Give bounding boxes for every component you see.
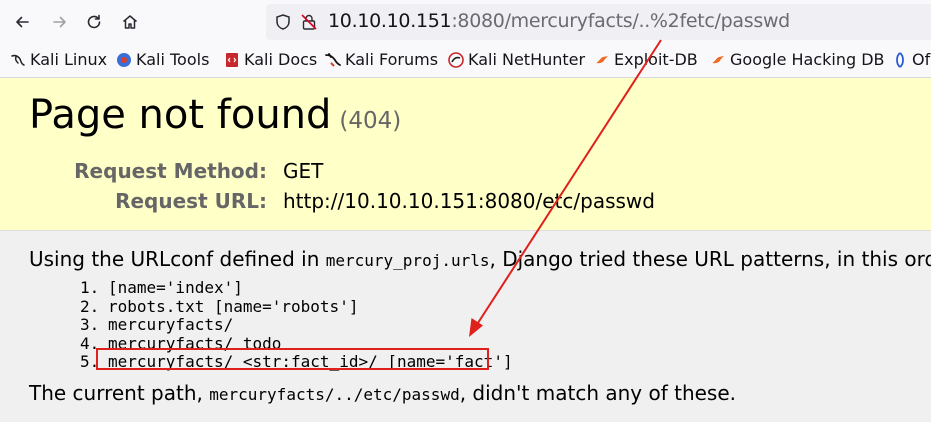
urlconf-module: mercury_proj.urls [325,251,490,270]
nethunter-icon [448,51,464,68]
pattern-number: 1. [80,278,100,297]
url-pattern-item: 3. mercuryfacts/ [80,315,513,335]
current-path-message: The current path, mercuryfacts/../etc/pa… [29,381,736,405]
insecure-lock-icon[interactable] [300,13,318,31]
bookmark-exploit-db[interactable]: Exploit-DB [594,50,698,69]
reload-icon [87,14,101,29]
bookmark-kali-forums[interactable]: Kali Forums [325,50,438,69]
error-summary: Page not found (404) Request Method: GET … [0,78,931,231]
urlconf-description: Using the URLconf defined in mercury_pro… [29,247,931,271]
pattern-number: 3. [80,315,100,335]
url-text[interactable]: 10.10.10.151:8080/mercuryfacts/..%2fetc/… [328,10,790,32]
bookmark-label: Of [912,50,931,69]
url-host: 10.10.10.151 [328,10,452,32]
pattern-number: 2. [80,296,100,316]
forward-arrow-icon [53,16,66,28]
back-button[interactable] [8,8,36,36]
urlconf-intro: Using the URLconf defined in [29,247,326,271]
pattern-text: [name='index'] [108,278,243,297]
kali-docs-icon [226,52,238,67]
status-code: (404) [339,108,402,134]
request-url-value: http://10.10.10.151:8080/etc/passwd [283,189,655,213]
urlconf-intro-suffix: , Django tried these URL patterns, in th… [489,247,931,271]
pattern-text: robots.txt [name='robots'] [108,296,359,316]
ghdb-icon [712,55,724,63]
current-path-prefix: The current path, [29,381,210,405]
bookmark-label: Kali Forums [345,50,439,69]
page-title-text: Page not found [29,92,332,138]
pattern-text: mercuryfacts/ [108,315,234,335]
exploit-db-icon [596,55,608,63]
request-method-value: GET [283,159,324,183]
bookmark-label: Kali Docs [244,50,318,69]
bookmark-kali-docs[interactable]: Kali Docs [224,50,317,69]
bookmark-label: Kali NetHunter [468,50,586,69]
bookmark-label: Kali Tools [136,50,210,69]
back-arrow-icon [16,16,29,28]
navigation-toolbar: 10.10.10.151:8080/mercuryfacts/..%2fetc/… [0,0,931,45]
bookmark-kali-linux[interactable]: Kali Linux [10,50,107,69]
home-button[interactable] [116,8,144,36]
bookmark-kali-nethunter[interactable]: Kali NetHunter [448,50,585,69]
url-pattern-item: 1. [name='index'] [80,278,513,298]
bookmark-kali-tools[interactable]: Kali Tools [116,50,209,69]
kali-dragon-icon [11,54,25,66]
url-pattern-item: 2. robots.txt [name='robots'] [80,296,513,317]
request-method-label: Request Method: [74,159,267,183]
tracking-protection-shield-icon[interactable] [274,13,292,31]
url-bar[interactable]: 10.10.10.151:8080/mercuryfacts/..%2fetc/… [266,4,931,40]
request-url-label: Request URL: [115,189,267,213]
kali-tools-icon [117,52,131,67]
info-section: Using the URLconf defined in mercury_pro… [0,231,931,422]
url-path: :8080/mercuryfacts/..%2fetc/passwd [451,10,790,32]
page-title: Page not found (404) [29,92,401,138]
kali-forums-icon [325,52,341,67]
bookmarks-toolbar: Kali Linux Kali Tools Kali Docs Kali For… [0,45,931,78]
forward-button[interactable] [46,8,74,36]
reload-button[interactable] [80,8,108,36]
bookmark-label: Exploit-DB [614,50,698,69]
current-path-suffix: , didn't match any of these. [459,381,737,405]
bookmark-label: Kali Linux [30,50,108,69]
offsec-icon [896,51,904,68]
current-path: mercuryfacts/../etc/passwd [209,385,460,404]
highlight-box [96,348,489,370]
bookmark-label: Google Hacking DB [730,50,885,69]
bookmark-google-hacking-db[interactable]: Google Hacking DB [710,50,885,69]
home-icon [123,15,137,29]
bookmark-offsec[interactable]: Of [892,50,930,69]
